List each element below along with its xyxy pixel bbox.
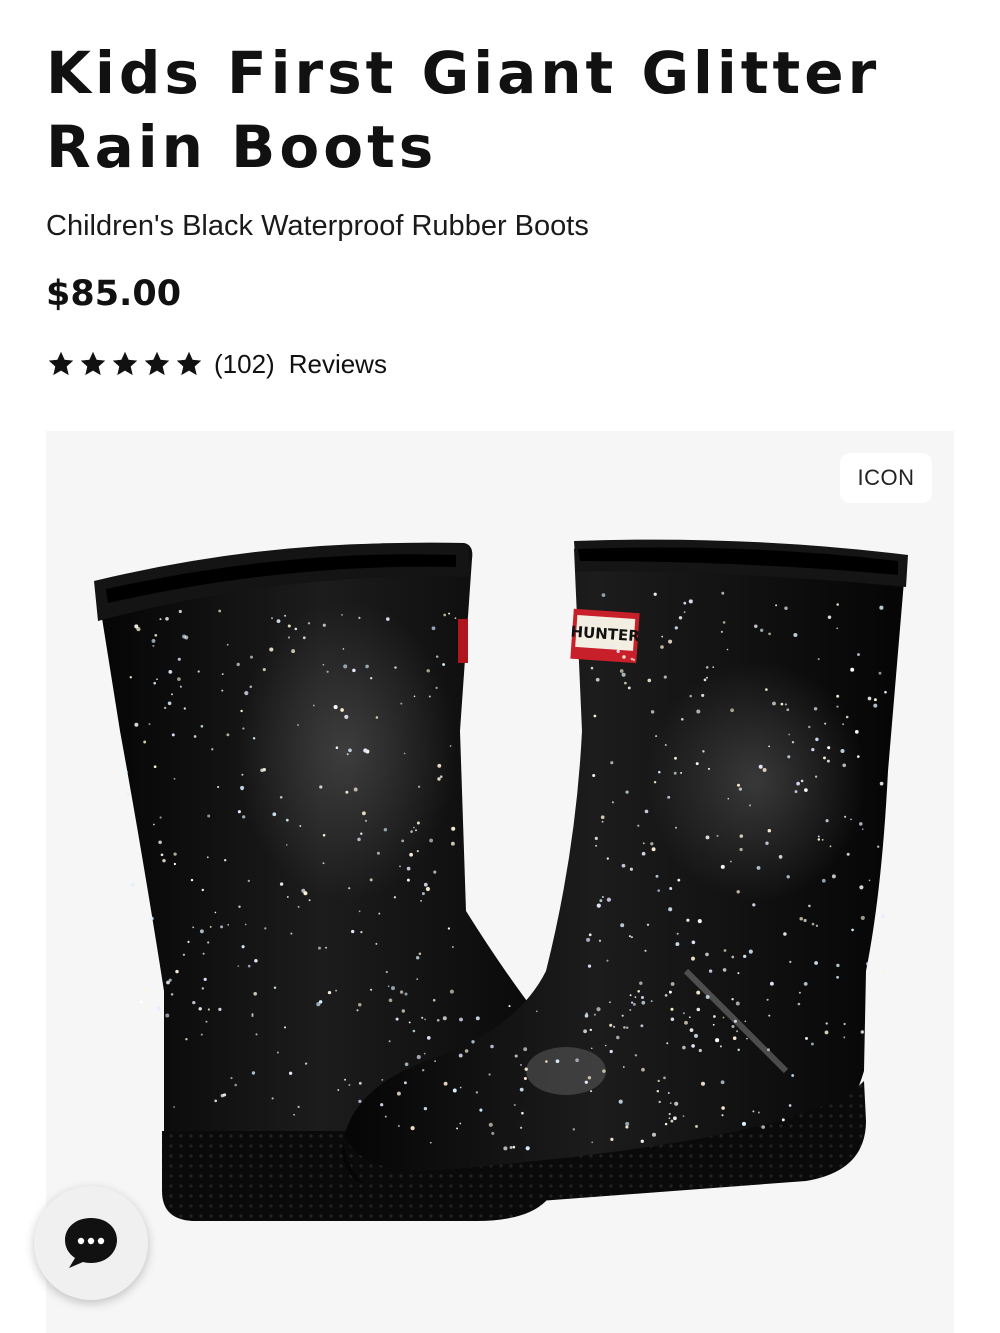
star-icon xyxy=(112,351,138,376)
product-subtitle: Children's Black Waterproof Rubber Boots xyxy=(46,210,589,242)
star-icon xyxy=(144,351,170,376)
review-count: (102) xyxy=(214,348,275,379)
star-icon xyxy=(48,351,74,376)
chat-button[interactable] xyxy=(34,1186,148,1300)
icon-badge: ICON xyxy=(840,453,932,503)
product-price: $85.00 xyxy=(46,274,182,314)
star-icon xyxy=(176,351,202,376)
star-icon xyxy=(80,351,106,376)
boots-image: HUNTER xyxy=(94,539,908,1221)
reviews-link[interactable]: Reviews xyxy=(289,349,387,380)
product-gallery[interactable]: HUNTER ICON xyxy=(46,431,954,1333)
product-title: Kids First Giant Glitter Rain Boots xyxy=(46,39,881,181)
rating-summary[interactable]: (102) Reviews xyxy=(46,344,387,384)
star-rating xyxy=(46,350,204,378)
product-page: Kids First Giant Glitter Rain Boots Chil… xyxy=(0,0,1000,1333)
chat-bubble-icon xyxy=(65,1218,117,1268)
